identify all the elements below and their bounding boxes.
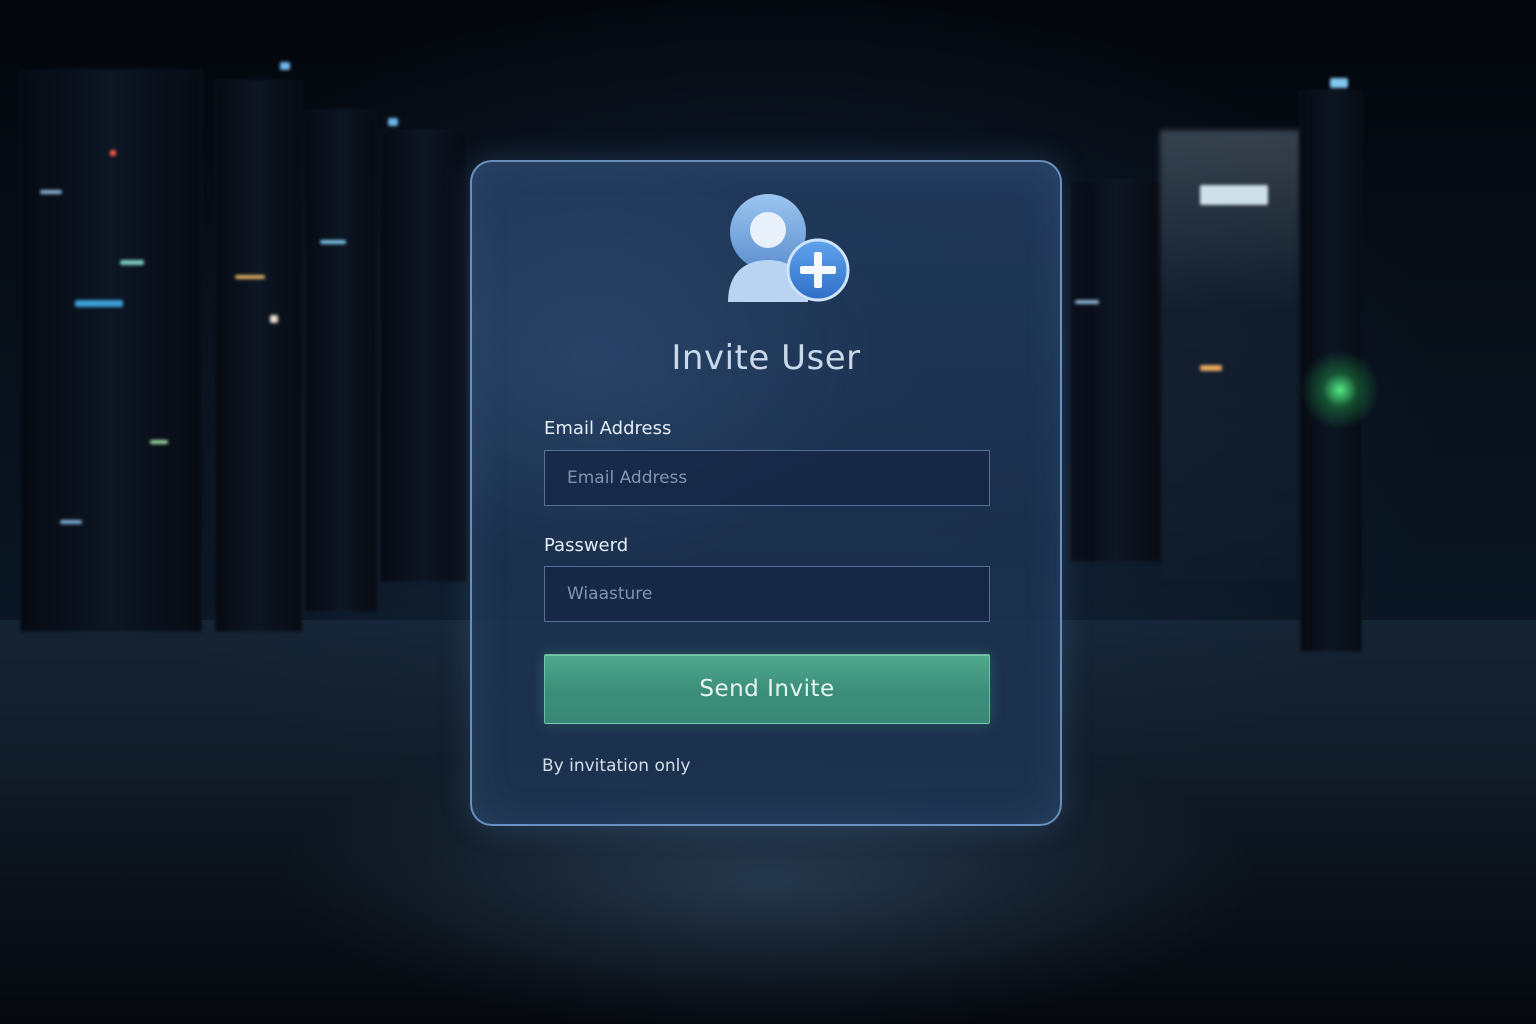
status-led [270, 315, 278, 323]
server-rack [380, 130, 467, 582]
add-user-icon [728, 194, 850, 302]
status-led [235, 275, 265, 279]
status-led [388, 118, 398, 126]
password-field[interactable] [544, 566, 990, 622]
server-rack [1070, 180, 1162, 562]
status-led [320, 240, 346, 244]
password-label: Passwerd [544, 535, 629, 556]
server-rack [305, 110, 377, 612]
status-led [75, 300, 123, 307]
status-led [1075, 300, 1099, 304]
invite-user-dialog: Invite User Email Address Passwerd Send … [470, 160, 1062, 826]
status-led [60, 520, 82, 524]
invitation-note: By invitation only [542, 756, 691, 776]
email-label: Email Address [544, 418, 672, 439]
status-led [280, 62, 290, 70]
status-led [1330, 78, 1348, 88]
send-invite-button[interactable]: Send Invite [544, 654, 990, 724]
status-light [1300, 350, 1380, 430]
status-led [110, 150, 116, 156]
background-scene: Invite User Email Address Passwerd Send … [0, 0, 1536, 1024]
email-field[interactable] [544, 450, 990, 506]
status-led [1200, 185, 1268, 205]
status-led [120, 260, 144, 265]
dialog-title: Invite User [671, 338, 861, 378]
status-led [40, 190, 62, 194]
server-rack [215, 80, 302, 632]
status-led [150, 440, 168, 444]
status-led [1200, 365, 1222, 371]
